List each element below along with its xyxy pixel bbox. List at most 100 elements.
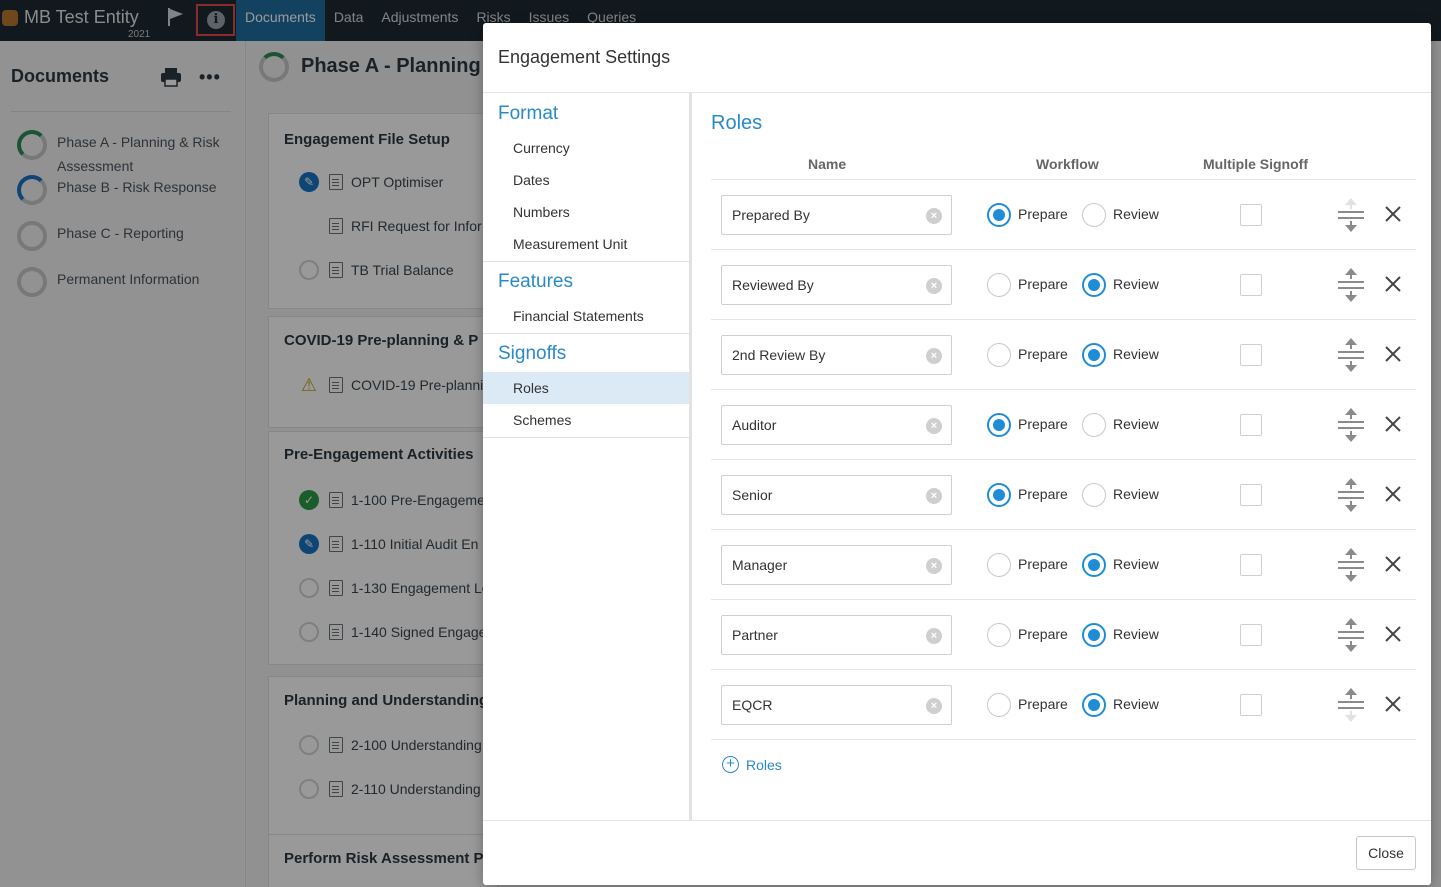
clear-input-icon[interactable]: × — [926, 208, 942, 224]
prepare-label: Prepare — [1018, 416, 1068, 432]
role-name-input[interactable]: 2nd Review By × — [721, 335, 952, 375]
clear-input-icon[interactable]: × — [926, 278, 942, 294]
nav-item-roles[interactable]: Roles — [483, 372, 689, 404]
review-radio[interactable] — [1082, 413, 1106, 437]
review-radio[interactable] — [1082, 693, 1106, 717]
role-name-value: Manager — [732, 557, 788, 573]
nav-item-dates[interactable]: Dates — [483, 164, 689, 196]
nav-section-signoffs: Signoffs — [498, 343, 567, 364]
reorder-icon[interactable] — [1336, 336, 1366, 374]
role-row: Prepared By × Prepare Review — [711, 180, 1416, 250]
nav-item-measurement-unit[interactable]: Measurement Unit — [483, 228, 689, 260]
nav-divider — [483, 333, 689, 334]
prepare-radio[interactable] — [987, 343, 1011, 367]
prepare-radio[interactable] — [987, 623, 1011, 647]
reorder-icon[interactable] — [1336, 476, 1366, 514]
role-row: Auditor × Prepare Review — [711, 390, 1416, 460]
delete-icon[interactable] — [1381, 482, 1405, 506]
clear-input-icon[interactable]: × — [926, 628, 942, 644]
delete-icon[interactable] — [1381, 552, 1405, 576]
reorder-icon[interactable] — [1336, 266, 1366, 304]
review-radio[interactable] — [1082, 623, 1106, 647]
prepare-label: Prepare — [1018, 206, 1068, 222]
clear-input-icon[interactable]: × — [926, 348, 942, 364]
dialog-title: Engagement Settings — [498, 47, 671, 67]
add-role-label: Roles — [746, 756, 782, 773]
review-radio[interactable] — [1082, 553, 1106, 577]
close-button[interactable]: Close — [1356, 836, 1416, 870]
review-radio[interactable] — [1082, 203, 1106, 227]
prepare-radio[interactable] — [987, 553, 1011, 577]
role-name-input[interactable]: Reviewed By × — [721, 265, 952, 305]
role-name-input[interactable]: Manager × — [721, 545, 952, 585]
review-radio[interactable] — [1082, 273, 1106, 297]
clear-input-icon[interactable]: × — [926, 418, 942, 434]
reorder-icon[interactable] — [1336, 196, 1366, 234]
role-row: 2nd Review By × Prepare Review — [711, 320, 1416, 390]
role-row: Manager × Prepare Review — [711, 530, 1416, 600]
delete-icon[interactable] — [1381, 342, 1405, 366]
review-label: Review — [1113, 696, 1159, 712]
delete-icon[interactable] — [1381, 622, 1405, 646]
multiple-signoff-checkbox[interactable] — [1240, 414, 1262, 436]
review-label: Review — [1113, 486, 1159, 502]
add-role-button[interactable]: + Roles — [722, 756, 782, 773]
role-name-input[interactable]: Partner × — [721, 615, 952, 655]
prepare-radio[interactable] — [987, 273, 1011, 297]
role-name-input[interactable]: Prepared By × — [721, 195, 952, 235]
nav-item-numbers[interactable]: Numbers — [483, 196, 689, 228]
role-name-input[interactable]: Senior × — [721, 475, 952, 515]
reorder-icon[interactable] — [1336, 406, 1366, 444]
clear-input-icon[interactable]: × — [926, 558, 942, 574]
multiple-signoff-checkbox[interactable] — [1240, 554, 1262, 576]
reorder-icon[interactable] — [1336, 616, 1366, 654]
clear-input-icon[interactable]: × — [926, 488, 942, 504]
delete-icon[interactable] — [1381, 272, 1405, 296]
delete-icon[interactable] — [1381, 412, 1405, 436]
multiple-signoff-checkbox[interactable] — [1240, 694, 1262, 716]
role-name-value: EQCR — [732, 697, 773, 713]
multiple-signoff-checkbox[interactable] — [1240, 624, 1262, 646]
review-label: Review — [1113, 346, 1159, 362]
reorder-icon[interactable] — [1336, 686, 1366, 724]
role-name-value: Partner — [732, 627, 778, 643]
role-row: Reviewed By × Prepare Review — [711, 250, 1416, 320]
role-row: EQCR × Prepare Review — [711, 670, 1416, 740]
review-label: Review — [1113, 416, 1159, 432]
prepare-radio[interactable] — [987, 203, 1011, 227]
role-name-value: 2nd Review By — [732, 347, 826, 363]
dialog-header: Engagement Settings — [483, 23, 1431, 93]
prepare-label: Prepare — [1018, 556, 1068, 572]
prepare-radio[interactable] — [987, 483, 1011, 507]
nav-item-currency[interactable]: Currency — [483, 132, 689, 164]
review-radio[interactable] — [1082, 483, 1106, 507]
column-header-workflow: Workflow — [1036, 156, 1099, 172]
add-circle-icon: + — [722, 756, 739, 773]
reorder-icon[interactable] — [1336, 546, 1366, 584]
delete-icon[interactable] — [1381, 692, 1405, 716]
prepare-label: Prepare — [1018, 696, 1068, 712]
delete-icon[interactable] — [1381, 202, 1405, 226]
multiple-signoff-checkbox[interactable] — [1240, 274, 1262, 296]
review-radio[interactable] — [1082, 343, 1106, 367]
nav-divider — [483, 261, 689, 262]
review-label: Review — [1113, 206, 1159, 222]
role-name-value: Senior — [732, 487, 773, 503]
settings-nav: Format Currency Dates Numbers Measuremen… — [483, 93, 692, 820]
multiple-signoff-checkbox[interactable] — [1240, 344, 1262, 366]
clear-input-icon[interactable]: × — [926, 698, 942, 714]
multiple-signoff-checkbox[interactable] — [1240, 484, 1262, 506]
prepare-label: Prepare — [1018, 486, 1068, 502]
prepare-label: Prepare — [1018, 276, 1068, 292]
prepare-radio[interactable] — [987, 693, 1011, 717]
nav-item-financial-statements[interactable]: Financial Statements — [483, 300, 689, 332]
multiple-signoff-checkbox[interactable] — [1240, 204, 1262, 226]
column-header-name: Name — [808, 156, 847, 172]
nav-item-schemes[interactable]: Schemes — [483, 404, 689, 436]
role-name-input[interactable]: Auditor × — [721, 405, 952, 445]
prepare-label: Prepare — [1018, 626, 1068, 642]
role-name-input[interactable]: EQCR × — [721, 685, 952, 725]
role-row: Partner × Prepare Review — [711, 600, 1416, 670]
role-name-value: Auditor — [732, 417, 777, 433]
prepare-radio[interactable] — [987, 413, 1011, 437]
